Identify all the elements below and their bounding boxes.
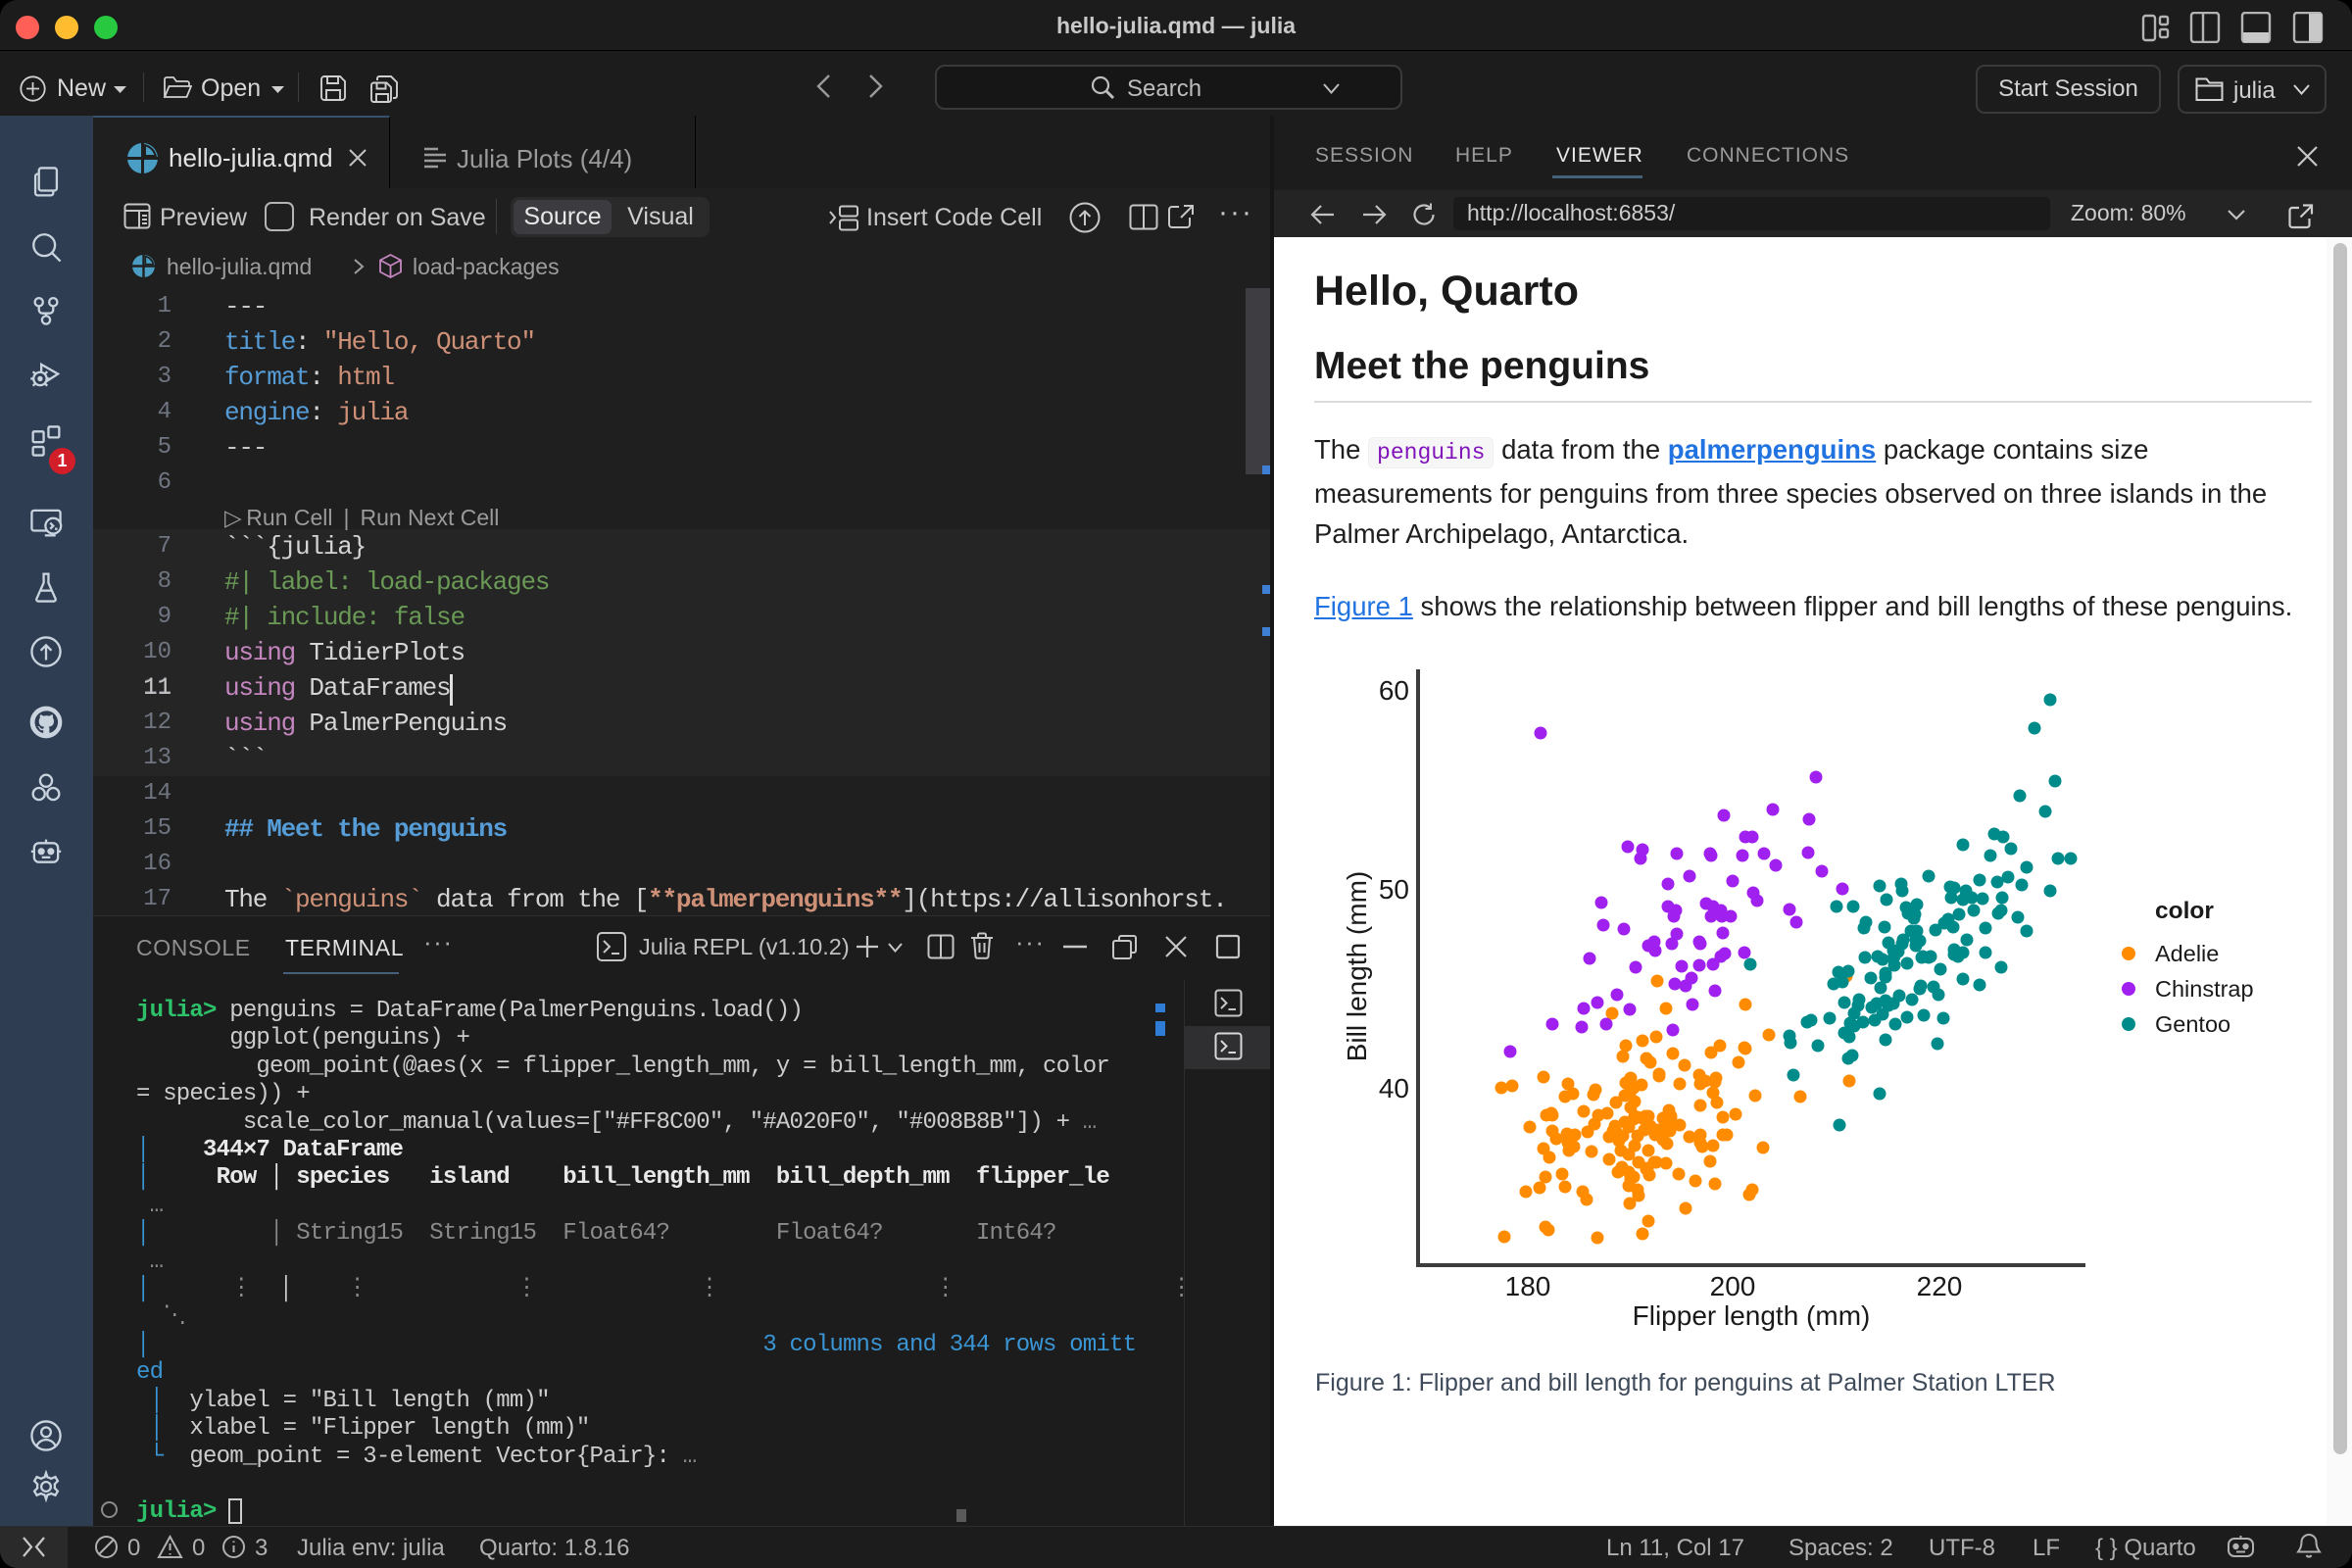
svg-text:40: 40 — [1379, 1073, 1409, 1103]
svg-text:Bill length (mm): Bill length (mm) — [1342, 871, 1372, 1061]
svg-text:Adelie: Adelie — [2155, 941, 2219, 966]
svg-text:50: 50 — [1379, 874, 1409, 905]
svg-text:60: 60 — [1379, 675, 1409, 706]
svg-text:180: 180 — [1505, 1271, 1551, 1301]
svg-text:Chinstrap: Chinstrap — [2155, 976, 2254, 1002]
svg-text:Gentoo: Gentoo — [2155, 1011, 2230, 1037]
svg-text:color: color — [2155, 898, 2214, 924]
svg-text:220: 220 — [1917, 1271, 1963, 1301]
svg-text:200: 200 — [1710, 1271, 1756, 1301]
svg-text:Flipper length (mm): Flipper length (mm) — [1633, 1300, 1871, 1331]
